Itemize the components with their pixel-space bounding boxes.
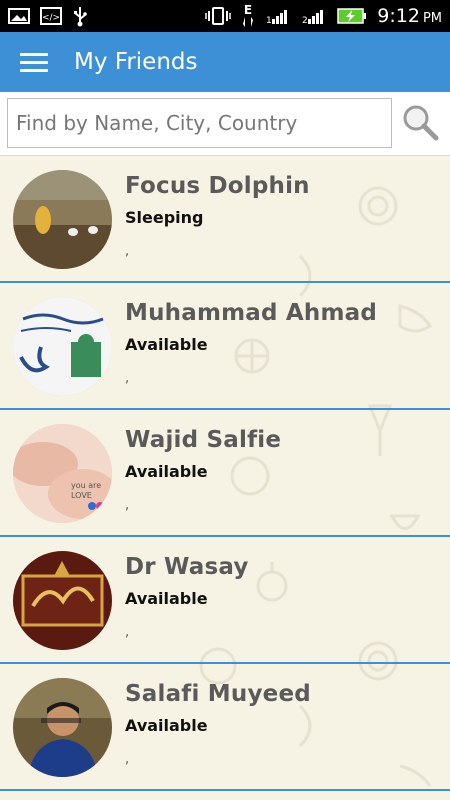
- page-title: My Friends: [74, 49, 198, 75]
- avatar: [13, 551, 112, 650]
- signal-icon: 1: [265, 7, 291, 25]
- svg-text:2: 2: [302, 16, 308, 25]
- image-icon: [8, 8, 30, 24]
- status-ampm: PM: [422, 11, 442, 26]
- friend-status: Available: [125, 462, 208, 481]
- list-item[interactable]: Muhammad Ahmad Available ,: [0, 283, 450, 410]
- search-button[interactable]: [396, 100, 444, 148]
- status-time-value: 9:12: [377, 5, 420, 27]
- friend-name: Muhammad Ahmad: [125, 300, 378, 326]
- status-bar-left: </>: [8, 5, 88, 27]
- svg-text:you are: you are: [71, 481, 101, 490]
- usb-icon: [72, 5, 88, 27]
- menu-icon[interactable]: [20, 51, 48, 73]
- battery-charging-icon: [337, 7, 367, 25]
- friend-name: Wajid Salfie: [125, 427, 282, 453]
- friend-location: ,: [125, 244, 130, 259]
- data-e-icon: E: [241, 3, 255, 29]
- friend-name: Dr Wasay: [125, 554, 249, 580]
- search-input[interactable]: [7, 98, 392, 148]
- friend-status: Available: [125, 335, 208, 354]
- friend-name: Focus Dolphin: [125, 173, 310, 199]
- friend-location: ,: [125, 371, 130, 386]
- friend-status: Available: [125, 716, 208, 735]
- svg-text:LOVE: LOVE: [71, 491, 92, 500]
- status-bar-right: E 1 2 9:12 PM: [205, 3, 442, 29]
- code-icon: </>: [40, 7, 62, 25]
- friend-location: ,: [125, 625, 130, 640]
- search-icon: [400, 102, 440, 146]
- friend-location: ,: [125, 498, 130, 513]
- avatar: [13, 678, 112, 777]
- svg-text:</>: </>: [42, 13, 60, 23]
- search-bar: [0, 92, 450, 156]
- app-bar: My Friends: [0, 32, 450, 92]
- signal-2-icon: 2: [301, 7, 327, 25]
- status-bar: </> E 1 2 9:12 PM: [0, 0, 450, 32]
- list-item[interactable]: Salafi Muyeed Available ,: [0, 664, 450, 791]
- svg-text:E: E: [244, 3, 252, 17]
- friend-location: ,: [125, 752, 130, 767]
- friend-status: Available: [125, 589, 208, 608]
- friend-name: Salafi Muyeed: [125, 681, 311, 707]
- svg-text:1: 1: [266, 16, 272, 25]
- friend-list[interactable]: Focus Dolphin Sleeping , Muhammad Ahmad …: [0, 156, 450, 800]
- list-item[interactable]: you are LOVE Wajid Salfie Available ,: [0, 410, 450, 537]
- list-item[interactable]: Focus Dolphin Sleeping ,: [0, 156, 450, 283]
- avatar: [13, 170, 112, 269]
- avatar: [13, 297, 112, 396]
- avatar: you are LOVE: [13, 424, 112, 523]
- status-time: 9:12 PM: [377, 5, 442, 27]
- list-item[interactable]: Dr Wasay Available ,: [0, 537, 450, 664]
- friend-status: Sleeping: [125, 208, 204, 227]
- vibrate-icon: [205, 6, 232, 26]
